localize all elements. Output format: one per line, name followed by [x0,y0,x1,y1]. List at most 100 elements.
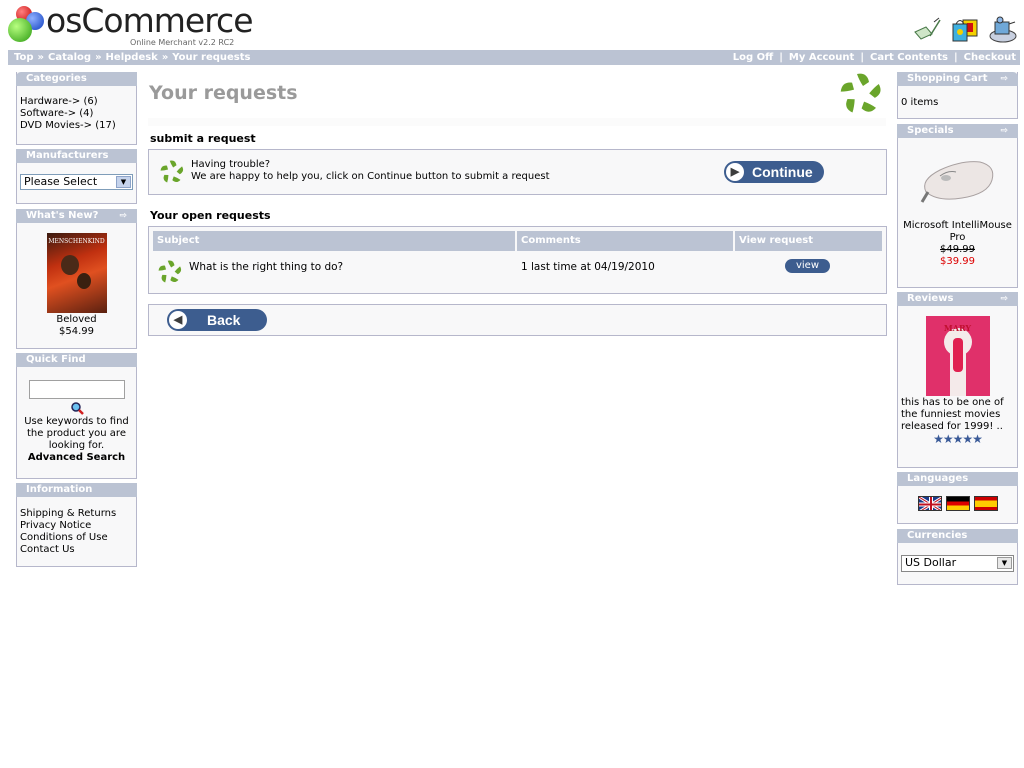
continue-button[interactable]: ▶ Continue [724,161,824,183]
view-request-button[interactable]: view [785,259,830,273]
navigation-bar: Top» Catalog» Helpdesk» Your requests Log O… [8,50,1020,65]
rating-stars-icon: ★★★★★ [933,432,983,446]
contact-us-link[interactable]: Contact Us [20,544,133,556]
specials-header[interactable]: Specials ⇨ [897,124,1018,138]
arrow-right-icon[interactable]: ⇨ [119,209,127,223]
back-button[interactable]: ◀ Back [167,309,267,331]
shopping-cart-box: Shopping Cart ⇨ 0 items [897,72,1018,119]
specials-title: Specials [907,125,954,136]
link-separator: | [779,52,783,63]
specials-new-price: $39.99 [940,256,975,267]
continue-button-label: Continue [752,164,813,180]
my-account-icon[interactable] [912,14,942,44]
cart-contents-text: 0 items [901,97,939,108]
logo-wordmark: osCommerce [46,1,253,40]
column-header-view-request: View request [735,231,882,251]
currencies-box: Currencies US Dollar ▼ [897,529,1018,585]
title-divider [148,118,886,126]
manufacturers-selected-value: Please Select [24,175,98,188]
whats-new-header[interactable]: What's New? ⇨ [16,209,137,223]
trouble-text: Having trouble? We are happy to help you… [191,159,550,183]
chevron-down-icon[interactable]: ▼ [997,557,1012,569]
information-box: Information Shipping & Returns Privacy N… [16,483,137,567]
intellimouse-product-image[interactable] [918,154,998,214]
breadcrumb-top[interactable]: Top [14,52,34,63]
request-subject-cell: What is the right thing to do? [153,253,515,289]
information-header: Information [16,483,137,497]
cart-icon[interactable] [950,14,980,44]
quick-find-input[interactable] [28,380,125,399]
arrow-right-icon[interactable]: ⇨ [1000,72,1008,86]
submit-request-panel: Having trouble? We are happy to help you… [148,149,887,195]
back-button-label: Back [207,312,241,328]
table-row: What is the right thing to do? 1 last ti… [153,253,882,289]
table-header-row: Subject Comments View request [153,231,882,251]
breadcrumb-catalog[interactable]: Catalog [48,52,91,63]
category-dvd-movies-link[interactable]: DVD Movies-> (17) [20,120,133,132]
trouble-line-1: Having trouble? [191,159,271,170]
link-separator: | [860,52,864,63]
german-flag-icon[interactable] [946,496,970,511]
arrow-right-icon[interactable]: ⇨ [1000,292,1008,306]
review-product-image[interactable]: MARY [925,316,990,396]
review-text[interactable]: this has to be one of the funniest movie… [901,397,1014,433]
cart-contents-link[interactable]: Cart Contents [870,52,948,63]
whats-new-product-price: $54.99 [59,326,94,337]
store-logo[interactable]: osCommerce Online Merchant v2.2 RC2 [8,2,253,48]
spanish-flag-icon[interactable] [974,496,998,511]
categories-box: Categories Hardware-> (6) Software-> (4)… [16,72,137,145]
breadcrumb-helpdesk[interactable]: Helpdesk [106,52,158,63]
quick-find-header: Quick Find [16,353,137,367]
arrow-right-icon[interactable]: ⇨ [1000,124,1008,138]
dvd-cover-title: MARY [943,323,972,333]
english-flag-icon[interactable] [918,496,942,511]
reviews-title: Reviews [907,293,954,304]
log-off-link[interactable]: Log Off [733,52,773,63]
chevron-down-icon[interactable]: ▼ [116,176,131,188]
currencies-header: Currencies [897,529,1018,543]
privacy-notice-link[interactable]: Privacy Notice [20,520,133,532]
manufacturers-select[interactable]: Please Select ▼ [20,174,133,190]
search-button[interactable] [20,399,133,416]
whats-new-title: What's New? [26,210,99,221]
my-account-link[interactable]: My Account [789,52,854,63]
page-title: Your requests [149,82,298,104]
shipping-returns-link[interactable]: Shipping & Returns [20,508,133,520]
currency-select[interactable]: US Dollar ▼ [901,555,1014,572]
column-header-comments: Comments [517,231,733,251]
specials-box: Specials ⇨ Microsoft IntelliMouse Pro $49… [897,124,1018,288]
arrow-right-icon: ▶ [726,163,744,181]
trouble-line-2: We are happy to help you, click on Conti… [191,171,550,182]
category-hardware-link[interactable]: Hardware-> (6) [20,96,133,108]
advanced-search-link[interactable]: Advanced Search [20,452,133,464]
reviews-header[interactable]: Reviews ⇨ [897,292,1018,306]
languages-box: Languages [897,472,1018,524]
logo-ball-green-icon [8,18,32,42]
breadcrumb-your-requests[interactable]: Your requests [172,52,250,63]
categories-header: Categories [16,72,137,86]
open-requests-heading: Your open requests [150,209,271,222]
category-software-link[interactable]: Software-> (4) [20,108,133,120]
manufacturers-header: Manufacturers [16,149,137,163]
checkout-link[interactable]: Checkout [964,52,1016,63]
magnifier-search-icon [70,402,84,415]
beloved-product-image[interactable]: MENSCHENKIND [46,233,107,313]
checkout-icon[interactable] [988,14,1018,44]
link-separator: | [954,52,958,63]
whats-new-product-name[interactable]: Beloved [20,314,133,326]
request-action-cell: view [735,253,882,289]
conditions-of-use-link[interactable]: Conditions of Use [20,532,133,544]
manufacturers-box: Manufacturers Please Select ▼ [16,149,137,204]
logo-subtitle: Online Merchant v2.2 RC2 [130,38,235,47]
dvd-cover-title: MENSCHENKIND [48,238,105,245]
breadcrumb-separator: » [161,52,169,63]
languages-header: Languages [897,472,1018,486]
requests-table: Subject Comments View request What is th… [151,229,884,291]
submit-request-heading: submit a request [150,132,256,145]
shopping-cart-title: Shopping Cart [907,73,988,84]
breadcrumb: Top» Catalog» Helpdesk» Your requests [14,50,250,65]
helpdesk-flower-icon [840,73,881,113]
shopping-cart-header[interactable]: Shopping Cart ⇨ [897,72,1018,86]
quick-find-box: Quick Find Use keywords to find the prod… [16,353,137,479]
specials-product-name[interactable]: Microsoft IntelliMouse Pro [901,220,1014,244]
